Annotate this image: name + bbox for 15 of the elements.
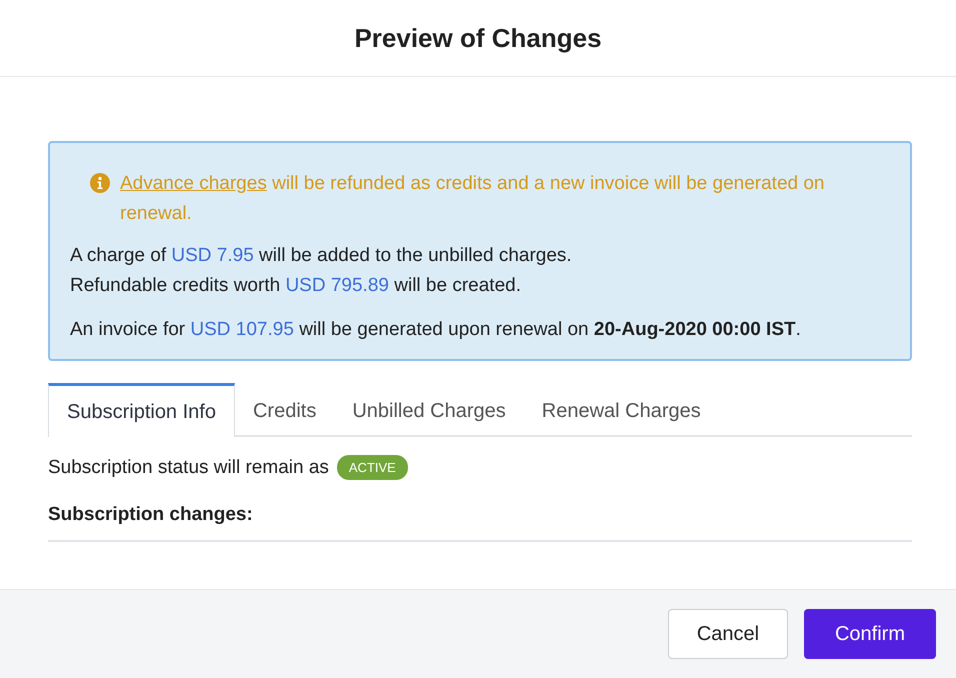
confirm-button[interactable]: Confirm [804, 609, 936, 659]
tab[interactable]: Subscription Info [48, 383, 235, 437]
summary-text: Refundable credits worth USD 795.89 will be created. [70, 274, 522, 298]
tab[interactable]: Credits [234, 383, 334, 435]
status-text: Subscription status will remain as [48, 456, 329, 478]
notice-text: Advance charges will be refunded as credits and a new invoice will be generated on renewal. [120, 172, 826, 226]
cancel-button[interactable]: Cancel [668, 609, 788, 659]
status-badge: ACTIVE [336, 455, 408, 480]
tab[interactable]: Unbilled Charges [334, 383, 524, 435]
summary-text: A charge of USD 7.95 will be added to the unbilled charges. [70, 244, 573, 268]
section-heading: Subscription changes: [48, 504, 254, 526]
summary-text: An invoice for USD 107.95 will be generated upon renewal on 20-Aug-2020 00:00 IST. [70, 318, 802, 342]
info-icon [90, 173, 110, 193]
dialog-title: Preview of Changes [354, 22, 602, 54]
tab[interactable]: Renewal Charges [524, 383, 719, 435]
